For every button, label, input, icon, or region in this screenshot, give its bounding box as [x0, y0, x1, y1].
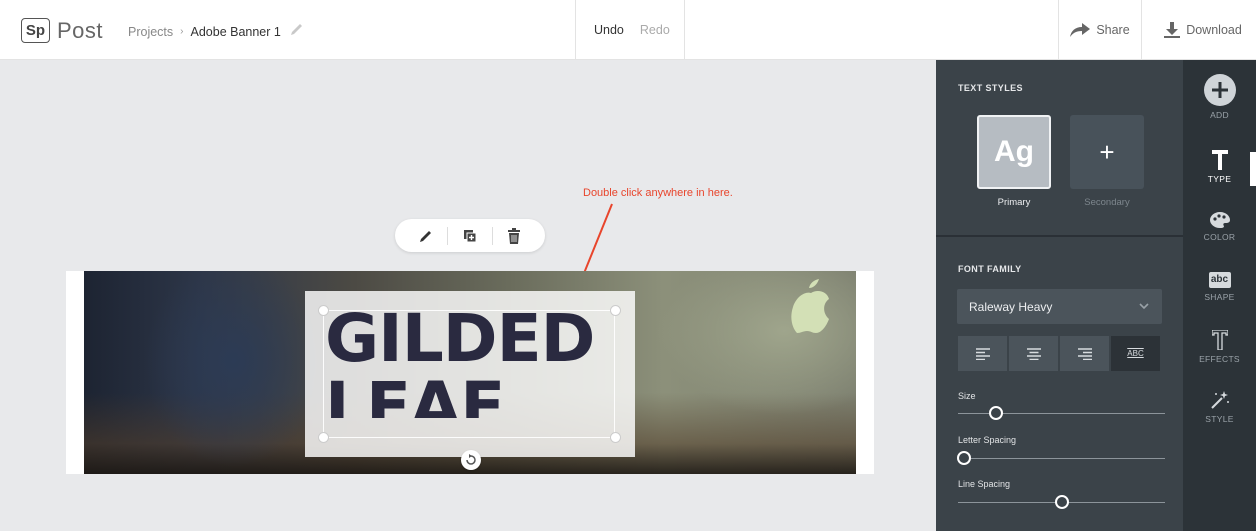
magic-wand-icon: [1210, 391, 1229, 409]
size-slider-label: Size: [958, 391, 976, 401]
share-arrow-icon: [1070, 23, 1091, 37]
trash-icon: [508, 227, 521, 244]
annotation-text: Double click anywhere in here.: [583, 187, 733, 199]
element-toolbar: [395, 219, 545, 252]
type-icon: [1211, 150, 1228, 170]
logo-mark: Sp: [21, 18, 50, 43]
duplicate-icon: [463, 229, 477, 242]
resize-handle-bottom-right[interactable]: [610, 432, 621, 443]
chevron-down-icon: [1139, 303, 1149, 310]
share-label: Share: [1096, 23, 1130, 37]
rotate-handle[interactable]: [461, 450, 481, 470]
edit-pencil-button[interactable]: [414, 224, 438, 248]
apple-logo-icon: [791, 279, 829, 333]
headline-text[interactable]: GILDED LEAF CO.: [325, 300, 620, 419]
breadcrumb: Projects › Adobe Banner 1: [128, 23, 305, 40]
shape-icon: abc: [1208, 272, 1231, 288]
undo-button[interactable]: Undo: [586, 23, 632, 37]
rail-effects-button[interactable]: EFFECTS: [1183, 330, 1256, 364]
app-root: Sp Post Projects › Adobe Banner 1 Undo R…: [0, 0, 1256, 531]
download-icon: [1164, 22, 1181, 38]
effects-icon: [1211, 330, 1228, 350]
align-left-button[interactable]: [958, 336, 1007, 371]
add-circle-icon: [1203, 74, 1236, 106]
line-spacing-slider-knob[interactable]: [1055, 495, 1069, 509]
rail-add-button[interactable]: ADD: [1183, 74, 1256, 120]
panel-divider: [936, 235, 1183, 237]
line-spacing-slider-label: Line Spacing: [958, 479, 1011, 489]
rail-style-label: STYLE: [1205, 414, 1234, 424]
tool-rail: ADD TYPE COLOR abc SHAPE EFFECTS STYLE: [1183, 60, 1256, 531]
rail-type-label: TYPE: [1207, 174, 1232, 184]
palette-icon: [1209, 212, 1230, 228]
text-style-primary-label: Primary: [997, 197, 1031, 208]
rail-shape-button[interactable]: abc SHAPE: [1183, 272, 1256, 302]
headline-line-2: LEAF CO.: [325, 374, 505, 418]
alignment-controls: ABC: [958, 336, 1160, 371]
all-caps-label: ABC: [1127, 349, 1144, 358]
rail-color-button[interactable]: COLOR: [1183, 212, 1256, 242]
active-rail-indicator: [1250, 152, 1256, 186]
resize-handle-bottom-left[interactable]: [318, 432, 329, 443]
chevron-right-icon: ›: [180, 26, 184, 37]
align-right-icon: [1077, 347, 1092, 360]
download-button[interactable]: Download: [1150, 0, 1256, 60]
letter-spacing-slider-track[interactable]: [958, 458, 1165, 459]
history-controls: Undo Redo: [575, 0, 685, 60]
align-center-button[interactable]: [1009, 336, 1058, 371]
text-styles-title: TEXT STYLES: [958, 83, 1023, 93]
app-logo[interactable]: Sp Post: [21, 18, 103, 43]
toolbar-divider: [447, 226, 449, 245]
all-caps-toggle[interactable]: ABC: [1111, 336, 1160, 371]
breadcrumb-projects-link[interactable]: Projects: [128, 25, 173, 39]
text-style-secondary-label: Secondary: [1084, 197, 1130, 208]
headline-line-1: GILDED: [325, 300, 595, 377]
text-style-secondary-add[interactable]: +: [1070, 115, 1144, 189]
rail-effects-label: EFFECTS: [1199, 354, 1240, 364]
redo-button[interactable]: Redo: [632, 23, 678, 37]
app-name: Post: [57, 17, 104, 43]
rail-add-label: ADD: [1210, 110, 1229, 120]
pencil-icon: [419, 230, 431, 242]
rename-pencil-icon[interactable]: [289, 23, 305, 40]
align-center-icon: [1026, 347, 1041, 360]
text-style-primary[interactable]: Ag: [977, 115, 1051, 189]
size-slider-knob[interactable]: [989, 406, 1003, 420]
letter-spacing-slider-knob[interactable]: [957, 451, 971, 465]
rotate-icon: [466, 454, 476, 465]
properties-panel: TEXT STYLES Ag Primary + Secondary FONT …: [936, 60, 1183, 531]
toolbar-divider: [491, 226, 493, 245]
rail-style-button[interactable]: STYLE: [1183, 390, 1256, 424]
rail-type-button[interactable]: TYPE: [1183, 150, 1256, 184]
share-button[interactable]: Share: [1058, 0, 1142, 60]
letter-spacing-slider-label: Letter Spacing: [958, 435, 1017, 445]
duplicate-button[interactable]: [458, 224, 482, 248]
font-family-title: FONT FAMILY: [958, 264, 1022, 274]
rail-shape-label: SHAPE: [1204, 292, 1235, 302]
align-left-icon: [975, 347, 990, 360]
rail-color-label: COLOR: [1203, 232, 1236, 242]
project-title: Adobe Banner 1: [190, 24, 281, 39]
delete-button[interactable]: [502, 224, 526, 248]
top-bar: Sp Post Projects › Adobe Banner 1 Undo R…: [0, 0, 1256, 60]
download-label: Download: [1186, 23, 1242, 37]
align-right-button[interactable]: [1060, 336, 1109, 371]
font-family-select[interactable]: Raleway Heavy: [957, 289, 1162, 324]
font-family-value: Raleway Heavy: [969, 299, 1053, 314]
